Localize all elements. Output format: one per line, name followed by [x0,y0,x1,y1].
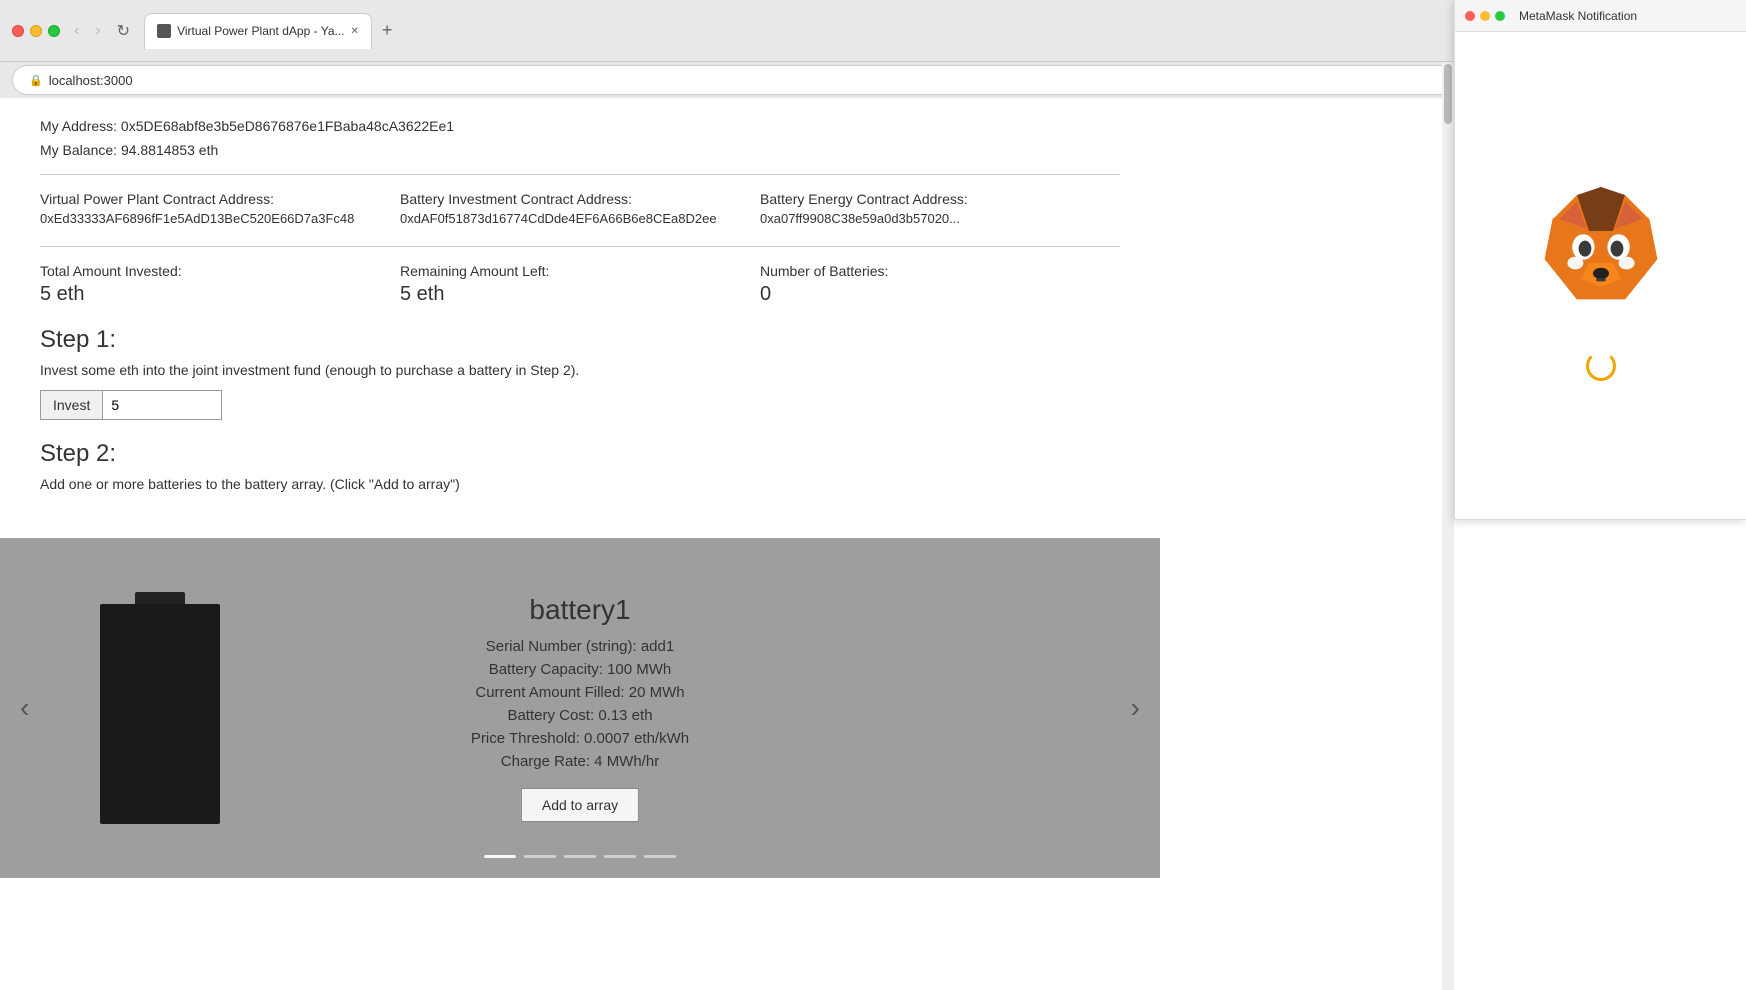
my-address-value: 0x5DE68abf8e3b5eD8676876e1FBaba48cA3622E… [121,118,454,134]
step1-desc: Invest some eth into the joint investmen… [40,362,1120,378]
total-invested-label: Total Amount Invested: [40,263,400,279]
current-filled-label: Current Amount Filled: [475,684,624,701]
totals-row: Total Amount Invested: 5 eth Remaining A… [40,263,1120,306]
battery-energy-label: Battery Energy Contract Address: [760,191,1120,207]
metamask-titlebar: MetaMask Notification [1455,0,1746,32]
num-batteries-label: Number of Batteries: [760,263,1120,279]
num-batteries-value: 0 [760,283,1120,306]
tab-close-icon[interactable]: ✕ [351,26,359,37]
serial-number-value: add1 [641,638,674,655]
vpp-contract-col: Virtual Power Plant Contract Address: 0x… [40,191,400,226]
mm-maximize-button[interactable] [1495,11,1505,21]
contracts-row: Virtual Power Plant Contract Address: 0x… [40,191,1120,226]
battery-name: battery1 [471,594,689,626]
mm-minimize-button[interactable] [1480,11,1490,21]
add-to-array-button[interactable]: Add to array [521,788,639,822]
step2-desc: Add one or more batteries to the battery… [40,476,1120,492]
charge-rate-row: Charge Rate: 4 MWh/hr [471,753,689,770]
charge-rate-label: Charge Rate: [501,753,590,770]
step1-title: Step 1: [40,326,1120,354]
remaining-label: Remaining Amount Left: [400,263,760,279]
carousel-content: battery1 Serial Number (string): add1 Ba… [0,538,1160,878]
divider-2 [40,246,1120,247]
scrollbar[interactable] [1442,62,1454,990]
nav-buttons: ‹ › ↻ [68,17,136,45]
close-button[interactable] [12,25,24,37]
my-balance-label: My Balance: [40,142,117,158]
my-balance-row: My Balance: 94.8814853 eth [40,142,1120,158]
divider-1 [40,174,1120,175]
capacity-value: 100 MWh [607,661,671,678]
battery-energy-value: 0xa07ff9908C38e59a0d3b57020... [760,211,1120,226]
total-invested-col: Total Amount Invested: 5 eth [40,263,400,306]
tab-title: Virtual Power Plant dApp - Ya... [177,24,344,38]
traffic-lights [12,25,60,37]
maximize-button[interactable] [48,25,60,37]
carousel-prev-button[interactable]: ‹ [20,692,29,724]
carousel-dot-3[interactable] [564,855,596,858]
battery-invest-col: Battery Investment Contract Address: 0xd… [400,191,760,226]
charge-rate-value: 4 MWh/hr [594,753,659,770]
num-batteries-col: Number of Batteries: 0 [760,263,1120,306]
metamask-fox-icon [1521,171,1681,331]
price-threshold-row: Price Threshold: 0.0007 eth/kWh [471,730,689,747]
metamask-loading-spinner [1586,351,1616,381]
reload-button[interactable]: ↻ [111,17,136,45]
invest-row: Invest [40,390,1120,420]
url-text: localhost:3000 [49,73,133,88]
cost-label: Battery Cost: [507,707,594,724]
capacity-row: Battery Capacity: 100 MWh [471,661,689,678]
serial-number-label: Serial Number (string): [486,638,637,655]
back-button[interactable]: ‹ [68,17,85,45]
new-tab-button[interactable]: + [376,20,399,41]
security-icon: 🔒 [29,74,43,87]
remaining-value: 5 eth [400,283,760,306]
tab-favicon [157,24,171,38]
battery-body [100,604,220,824]
battery-tip [135,592,185,604]
battery-invest-label: Battery Investment Contract Address: [400,191,760,207]
main-content: My Address: 0x5DE68abf8e3b5eD8676876e1FB… [0,98,1160,538]
carousel-dots [484,855,676,858]
serial-number-row: Serial Number (string): add1 [471,638,689,655]
step2-title: Step 2: [40,440,1120,468]
price-threshold-value: 0.0007 eth/kWh [584,730,689,747]
remaining-col: Remaining Amount Left: 5 eth [400,263,760,306]
metamask-body [1501,32,1701,519]
carousel-dot-5[interactable] [644,855,676,858]
metamask-panel: MetaMask Notification [1454,0,1746,520]
my-address-row: My Address: 0x5DE68abf8e3b5eD8676876e1FB… [40,118,1120,134]
vpp-contract-value: 0xEd33333AF6896fF1e5AdD13BeC520E66D7a3Fc… [40,211,400,226]
invest-input[interactable] [102,390,222,420]
battery-visual [100,592,220,824]
total-invested-value: 5 eth [40,283,400,306]
cost-row: Battery Cost: 0.13 eth [471,707,689,724]
price-threshold-label: Price Threshold: [471,730,580,747]
current-filled-row: Current Amount Filled: 20 MWh [471,684,689,701]
my-balance-value: 94.8814853 eth [121,142,218,158]
my-address-label: My Address: [40,118,117,134]
carousel-dot-1[interactable] [484,855,516,858]
battery-energy-col: Battery Energy Contract Address: 0xa07ff… [760,191,1120,226]
active-tab[interactable]: Virtual Power Plant dApp - Ya... ✕ [144,13,372,49]
mm-close-button[interactable] [1465,11,1475,21]
scrollbar-thumb[interactable] [1444,64,1452,124]
carousel-dot-2[interactable] [524,855,556,858]
carousel-next-button[interactable]: › [1131,692,1140,724]
metamask-title: MetaMask Notification [1519,9,1637,23]
battery-invest-value: 0xdAF0f51873d16774CdDde4EF6A66B6e8CEa8D2… [400,211,760,226]
battery-info: battery1 Serial Number (string): add1 Ba… [471,594,689,822]
forward-button[interactable]: › [89,17,106,45]
minimize-button[interactable] [30,25,42,37]
carousel-dot-4[interactable] [604,855,636,858]
vpp-contract-label: Virtual Power Plant Contract Address: [40,191,400,207]
capacity-label: Battery Capacity: [489,661,603,678]
invest-button[interactable]: Invest [40,390,102,420]
current-filled-value: 20 MWh [629,684,685,701]
mm-traffic-lights [1465,11,1505,21]
cost-value: 0.13 eth [598,707,652,724]
carousel-section: battery1 Serial Number (string): add1 Ba… [0,538,1160,878]
